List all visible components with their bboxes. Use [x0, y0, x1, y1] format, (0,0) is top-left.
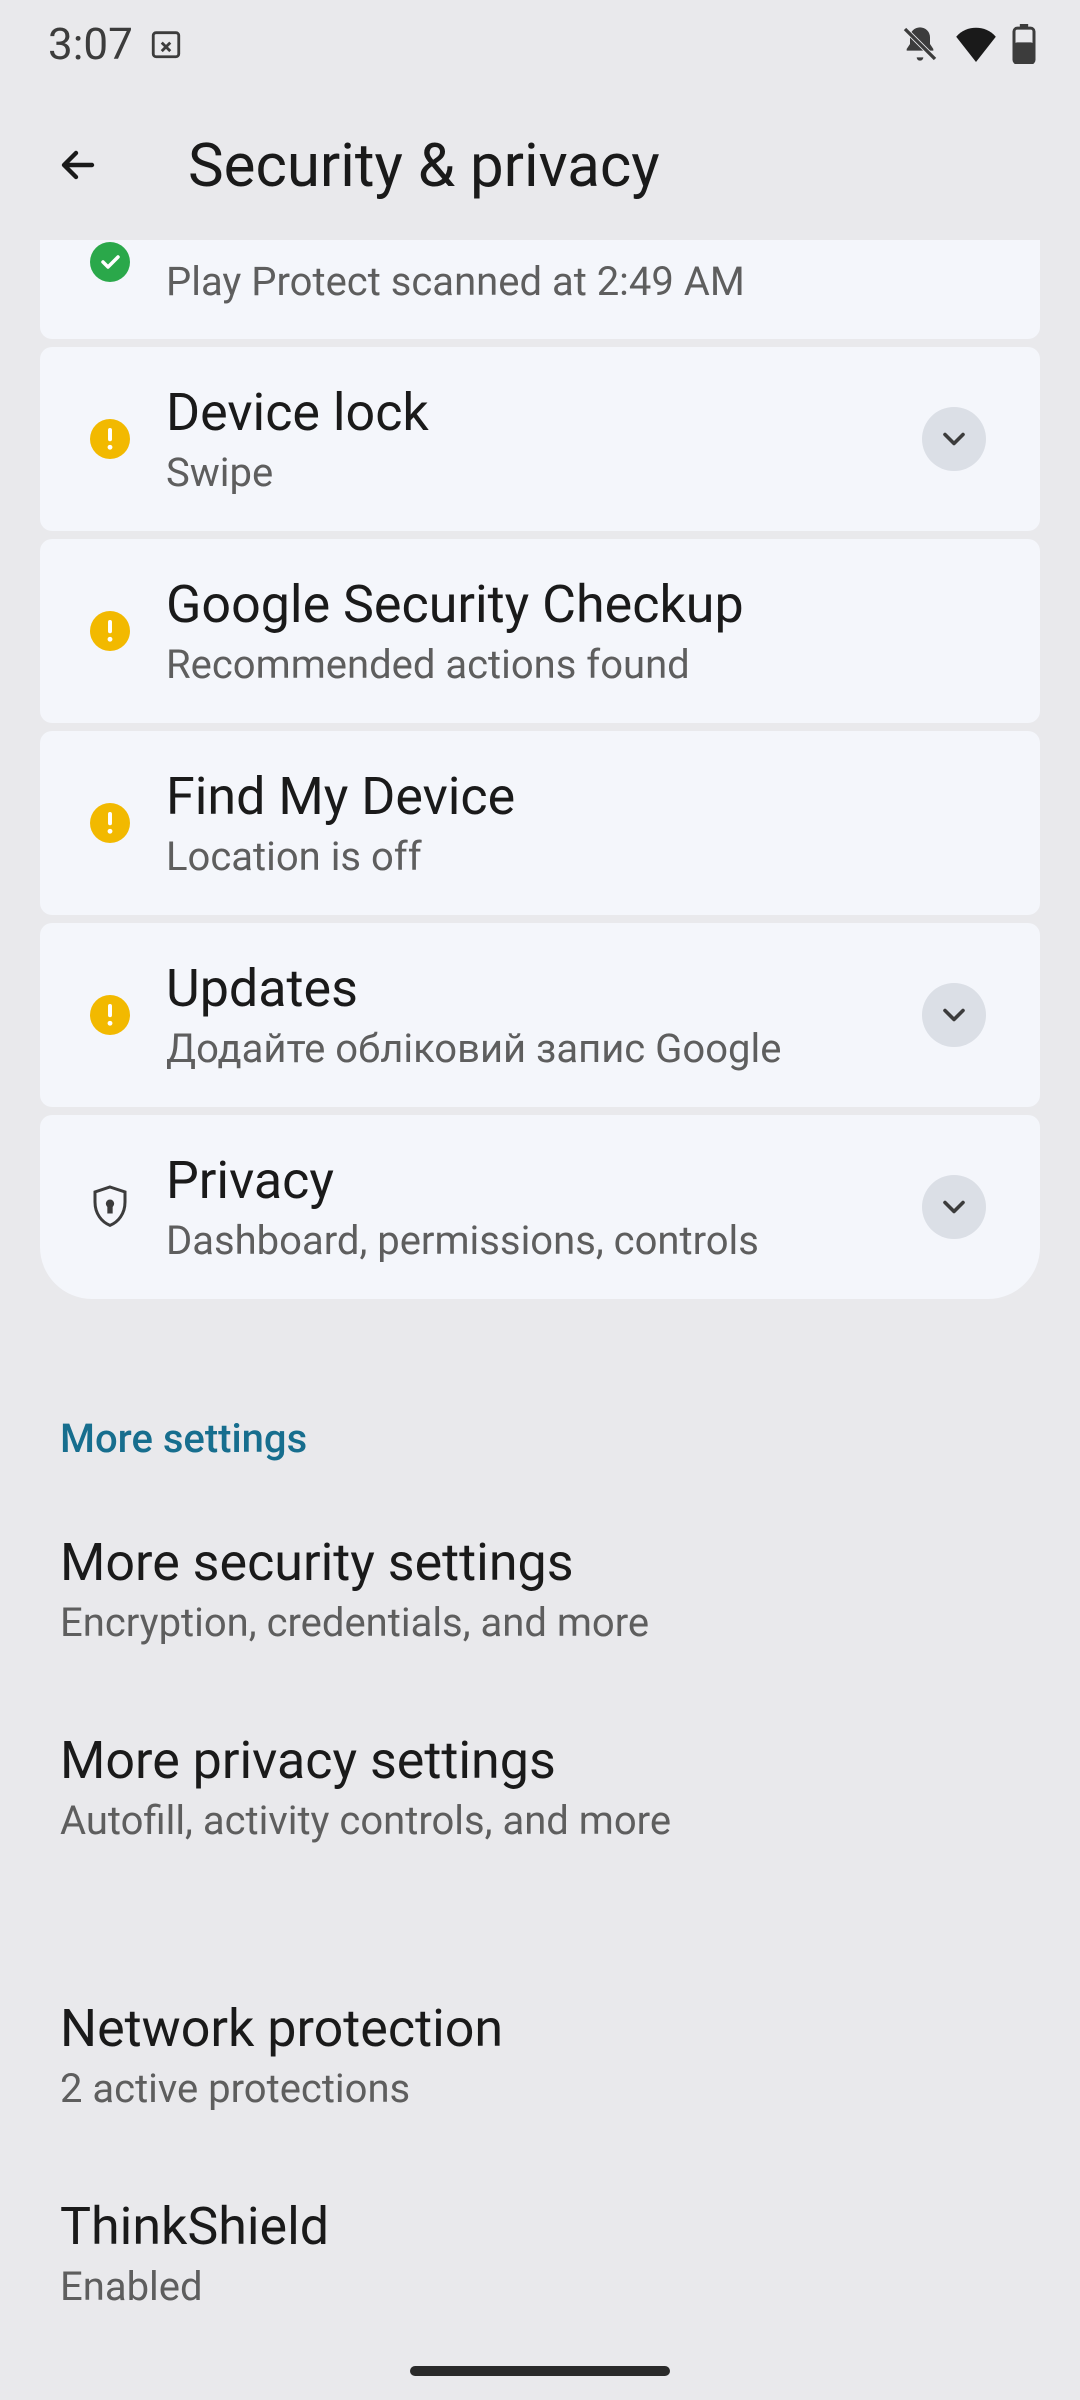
dnd-bell-off-icon — [900, 24, 940, 64]
warning-icon — [90, 803, 130, 843]
card-text: Device lock Swipe — [166, 382, 886, 496]
card-app-security[interactable]: Play Protect scanned at 2:49 AM — [40, 240, 1040, 339]
status-right — [900, 24, 1036, 64]
wifi-icon — [954, 26, 998, 62]
card-privacy[interactable]: Privacy Dashboard, permissions, controls — [40, 1115, 1040, 1299]
card-text: Updates Додайте обліковий запис Google — [166, 958, 886, 1072]
list-item-network-protection[interactable]: Network protection 2 active protections — [0, 1956, 1080, 2154]
card-text: Find My Device Location is off — [166, 766, 1000, 880]
status-left: 3:07 — [48, 18, 183, 70]
expand-button[interactable] — [922, 407, 986, 471]
list-title: ThinkShield — [60, 2196, 1020, 2257]
card-sub: Location is off — [166, 833, 1000, 880]
shield-icon — [90, 1187, 130, 1227]
list-item-more-privacy[interactable]: More privacy settings Autofill, activity… — [0, 1688, 1080, 1886]
card-security-checkup[interactable]: Google Security Checkup Recommended acti… — [40, 539, 1040, 723]
card-text: Play Protect scanned at 2:49 AM — [166, 258, 1000, 305]
check-icon — [90, 242, 130, 282]
chevron-down-icon — [936, 997, 972, 1033]
expand-button[interactable] — [922, 983, 986, 1047]
card-title: Find My Device — [166, 766, 1000, 827]
warning-icon — [90, 419, 130, 459]
list-title: Network protection — [60, 1998, 1020, 2059]
list-item-more-security[interactable]: More security settings Encryption, crede… — [0, 1490, 1080, 1688]
status-bar: 3:07 — [0, 0, 1080, 88]
card-text: Google Security Checkup Recommended acti… — [166, 574, 1000, 688]
battery-icon — [1012, 24, 1036, 64]
card-sub: Recommended actions found — [166, 641, 1000, 688]
list-item-thinkshield[interactable]: ThinkShield Enabled — [0, 2154, 1080, 2352]
card-sub: Play Protect scanned at 2:49 AM — [166, 258, 1000, 305]
warning-icon — [90, 995, 130, 1035]
navigation-handle[interactable] — [410, 2366, 670, 2376]
page-title: Security & privacy — [188, 130, 660, 201]
chevron-down-icon — [936, 421, 972, 457]
card-sub: Додайте обліковий запис Google — [166, 1025, 886, 1072]
card-sub: Dashboard, permissions, controls — [166, 1217, 886, 1264]
expand-button[interactable] — [922, 1175, 986, 1239]
card-find-my-device[interactable]: Find My Device Location is off — [40, 731, 1040, 915]
back-button[interactable] — [46, 133, 110, 197]
list-title: More security settings — [60, 1532, 1020, 1593]
card-device-lock[interactable]: Device lock Swipe — [40, 347, 1040, 531]
section-header-more-settings: More settings — [0, 1299, 1080, 1490]
card-text: Privacy Dashboard, permissions, controls — [166, 1150, 886, 1264]
card-title: Privacy — [166, 1150, 886, 1211]
list-divider — [0, 1886, 1080, 1956]
chevron-down-icon — [936, 1189, 972, 1225]
list-sub: Encryption, credentials, and more — [60, 1599, 1020, 1646]
card-updates[interactable]: Updates Додайте обліковий запис Google — [40, 923, 1040, 1107]
list-sub: Enabled — [60, 2263, 1020, 2310]
card-title: Google Security Checkup — [166, 574, 1000, 635]
card-sub: Swipe — [166, 449, 886, 496]
cards-container: Play Protect scanned at 2:49 AM Device l… — [0, 242, 1080, 1299]
list-sub: Autofill, activity controls, and more — [60, 1797, 1020, 1844]
card-title: Device lock — [166, 382, 886, 443]
warning-icon — [90, 611, 130, 651]
app-bar: Security & privacy — [0, 88, 1080, 242]
calendar-x-icon — [149, 27, 183, 61]
list-title: More privacy settings — [60, 1730, 1020, 1791]
list-sub: 2 active protections — [60, 2065, 1020, 2112]
card-title: Updates — [166, 958, 886, 1019]
arrow-left-icon — [54, 141, 102, 189]
status-time: 3:07 — [48, 18, 133, 70]
